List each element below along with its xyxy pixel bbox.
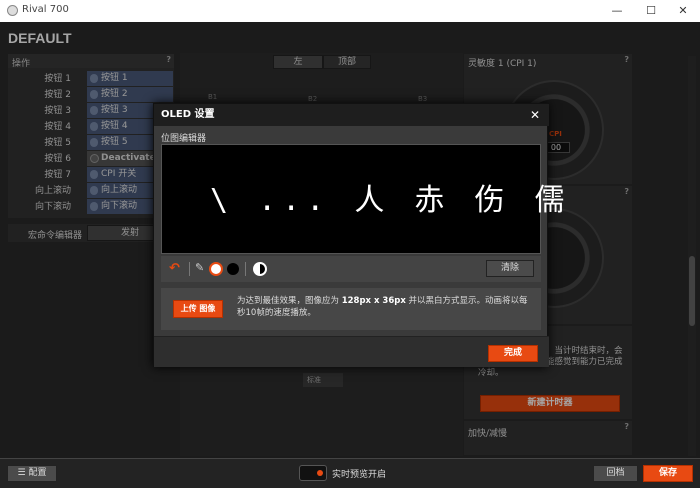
revert-button[interactable]: 回档 — [593, 465, 638, 482]
live-preview-toggle[interactable] — [299, 465, 327, 481]
black-color-icon[interactable] — [227, 263, 239, 275]
bitmap-editor-label: 位图编辑器 — [161, 134, 207, 144]
toolbar-divider — [189, 262, 190, 276]
close-window-button[interactable]: ✕ — [666, 0, 700, 22]
undo-icon[interactable]: ↶ — [169, 261, 180, 276]
minimize-button[interactable]: — — [600, 0, 634, 22]
oled-settings-dialog: OLED 设置 ✕ 位图编辑器 \ ... 人 赤 伤 儒 ↶ ✎ 清除 上传 … — [153, 103, 565, 367]
config-button[interactable]: ☰ 配置 — [7, 465, 57, 482]
live-preview-label: 实时预览开启 — [332, 470, 387, 480]
oled-bitmap-canvas[interactable]: \ ... 人 赤 伤 儒 — [161, 144, 565, 254]
pencil-icon[interactable]: ✎ — [195, 261, 204, 274]
bitmap-toolbar: ↶ ✎ 清除 — [161, 256, 541, 282]
dialog-footer: 完成 — [154, 336, 549, 367]
app-logo-icon — [7, 5, 18, 16]
upload-image-button[interactable]: 上传 图像 — [173, 300, 223, 318]
maximize-button[interactable]: ☐ — [634, 0, 668, 22]
invert-icon[interactable] — [253, 262, 267, 276]
list-icon: ☰ — [17, 468, 29, 478]
toggle-indicator-icon — [317, 470, 323, 476]
toolbar-divider — [245, 262, 246, 276]
oled-bitmap-text: \ ... 人 赤 伤 儒 — [210, 183, 571, 218]
dialog-close-icon[interactable]: ✕ — [530, 104, 540, 126]
white-color-icon[interactable] — [209, 262, 223, 276]
upload-info-panel: 上传 图像 为达到最佳效果，图像应为 128px x 36px 并以黑白方式显示… — [161, 288, 541, 330]
window-titlebar: Rival 700 — ☐ ✕ — [0, 0, 700, 22]
window-title: Rival 700 — [22, 4, 69, 15]
clear-button[interactable]: 清除 — [486, 260, 534, 277]
upload-info-text: 为达到最佳效果，图像应为 128px x 36px 并以黑白方式显示。动画将以每… — [237, 296, 528, 318]
save-button[interactable]: 保存 — [643, 465, 693, 482]
bottom-bar: ☰ 配置 实时预览开启 回档 保存 — [0, 458, 700, 488]
done-button[interactable]: 完成 — [488, 345, 538, 362]
dialog-title: OLED 设置 — [154, 104, 549, 126]
